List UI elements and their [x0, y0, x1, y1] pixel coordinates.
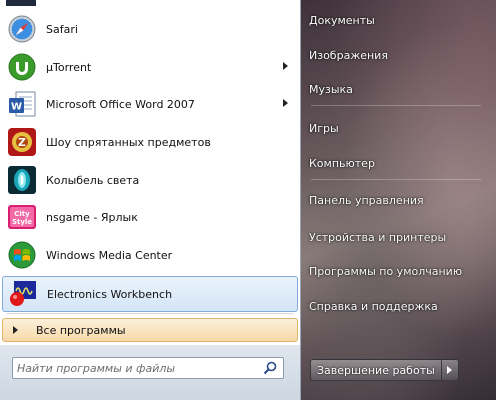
places-separator — [311, 105, 481, 106]
hidden-objects-game-icon: Z — [6, 126, 38, 158]
program-label: Windows Media Center — [46, 248, 173, 262]
program-label: Microsoft Office Word 2007 — [46, 97, 195, 111]
submenu-arrow-icon[interactable] — [283, 99, 288, 107]
program-item-nsgame[interactable]: City Style nsgame - Ярлык — [2, 199, 298, 235]
all-programs-label: Все программы — [36, 323, 126, 337]
arrow-right-icon — [447, 366, 453, 374]
utorrent-icon — [6, 51, 38, 83]
place-documents[interactable]: Документы — [309, 5, 489, 35]
search-bar — [0, 345, 300, 400]
shutdown-group: Завершение работы — [310, 359, 459, 381]
arrow-right-icon — [13, 326, 18, 334]
svg-text:Style: Style — [12, 218, 32, 226]
place-help-support[interactable]: Справка и поддержка — [309, 291, 489, 321]
program-label: µTorrent — [46, 60, 92, 74]
shutdown-options-button[interactable] — [441, 359, 459, 381]
program-item-colybel-sveta[interactable]: Колыбель света — [2, 162, 298, 198]
place-music[interactable]: Музыка — [309, 74, 489, 104]
place-default-programs[interactable]: Программы по умолчанию — [309, 256, 489, 286]
electronics-workbench-icon — [7, 278, 39, 310]
nsgame-icon: City Style — [6, 201, 38, 233]
colybel-sveta-game-icon — [6, 164, 38, 196]
safari-icon — [6, 13, 38, 45]
program-item-electronics-workbench[interactable]: Electronics Workbench — [2, 276, 298, 312]
program-label: nsgame - Ярлык — [46, 210, 138, 224]
submenu-arrow-icon[interactable] — [283, 62, 288, 70]
program-item-hidden-objects-show[interactable]: Z Шоу спрятанных предметов — [2, 124, 298, 160]
windows-media-center-icon — [6, 239, 38, 271]
svg-text:Z: Z — [18, 136, 26, 149]
program-label: Шоу спрятанных предметов — [46, 135, 211, 149]
program-item-word[interactable]: W Microsoft Office Word 2007 — [2, 86, 298, 122]
word-icon: W — [6, 88, 38, 120]
program-item-windows-media-center[interactable]: Windows Media Center — [2, 237, 298, 273]
program-label: Electronics Workbench — [47, 287, 173, 301]
place-devices-printers[interactable]: Устройства и принтеры — [309, 222, 489, 252]
search-box[interactable] — [12, 357, 284, 379]
programs-pane: Safari µTorrent W Microsoft Office Word … — [0, 0, 301, 400]
all-programs-button[interactable]: Все программы — [2, 318, 298, 342]
place-games[interactable]: Игры — [309, 113, 489, 143]
program-item-utorrent[interactable]: µTorrent — [2, 49, 298, 85]
place-computer[interactable]: Компьютер — [309, 148, 489, 178]
pinned-programs-list: Safari µTorrent W Microsoft Office Word … — [0, 0, 300, 312]
program-label: Колыбель света — [46, 173, 140, 187]
svg-text:W: W — [11, 102, 22, 113]
places-pane: Документы Изображения Музыка Игры Компью… — [301, 0, 496, 400]
svg-text:City: City — [14, 210, 30, 218]
search-input[interactable] — [17, 360, 257, 376]
list-separator — [6, 313, 294, 314]
places-separator — [311, 179, 481, 180]
program-label: Safari — [46, 22, 78, 36]
program-item-safari[interactable]: Safari — [2, 11, 298, 47]
place-pictures[interactable]: Изображения — [309, 40, 489, 70]
shutdown-button[interactable]: Завершение работы — [310, 359, 442, 381]
place-control-panel[interactable]: Панель управления — [309, 185, 489, 215]
search-icon[interactable] — [263, 361, 277, 375]
